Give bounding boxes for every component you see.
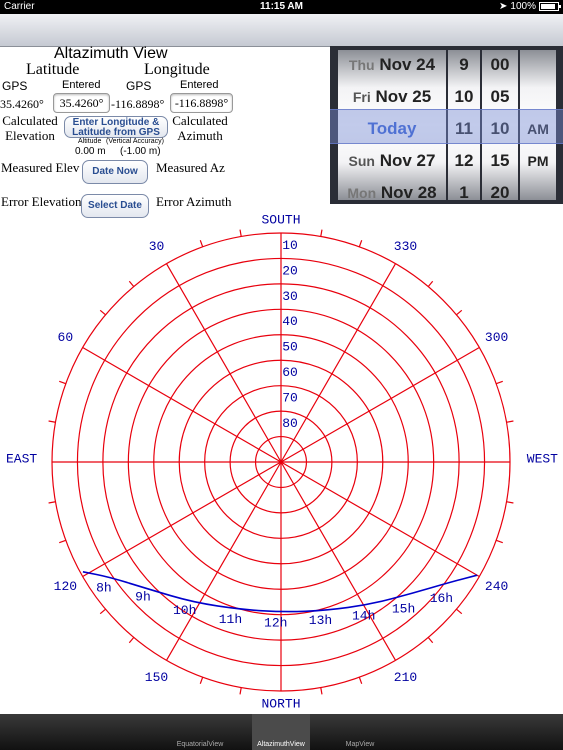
status-bar: Carrier 11:15 AM ➤ 100% bbox=[0, 0, 563, 14]
longitude-heading: Longitude bbox=[144, 61, 210, 78]
hour-label-14h: 14h bbox=[352, 609, 375, 624]
direction-label-west: WEST bbox=[527, 451, 558, 466]
hour-label-11h: 11h bbox=[219, 612, 242, 627]
azimuth-tick bbox=[506, 420, 514, 423]
battery-icon bbox=[539, 2, 561, 11]
longitude-gps-value: -116.8898° bbox=[111, 97, 165, 111]
calculated-elevation-label: Calculated Elevation bbox=[2, 113, 58, 143]
hour-label-15h: 15h bbox=[392, 602, 415, 617]
elevation-label-70: 70 bbox=[282, 391, 298, 406]
azimuth-tick bbox=[59, 539, 67, 544]
longitude-gps-label: GPS bbox=[126, 79, 152, 93]
vertical-accuracy-value: (-1.00 m) bbox=[120, 146, 161, 157]
azimuth-label-210: 210 bbox=[394, 670, 417, 685]
measured-azimuth-label: Measured Az bbox=[156, 160, 225, 175]
elevation-label-20: 20 bbox=[282, 263, 298, 278]
altazimuth-polar-chart: SOUTH NORTH EAST WEST 30 60 120 150 210 240 300 330… bbox=[6, 212, 558, 711]
latitude-entered-field[interactable]: 35.4260° bbox=[53, 93, 110, 113]
azimuth-label-330: 330 bbox=[394, 239, 417, 254]
location-icon: ➤ bbox=[499, 1, 508, 12]
altitude-value: 0.00 m bbox=[75, 146, 106, 157]
azimuth-label-300: 300 bbox=[485, 330, 508, 345]
picker-minute-row[interactable]: 20 bbox=[482, 177, 518, 200]
picker-day-row[interactable]: Thu Nov 24 bbox=[338, 50, 446, 81]
hour-label-12h: 12h bbox=[264, 615, 287, 630]
tab-equatorial-view[interactable]: EquatorialView bbox=[165, 714, 235, 750]
direction-label-south: SOUTH bbox=[261, 212, 300, 227]
latitude-entered-label: Entered bbox=[62, 79, 101, 91]
azimuth-tick bbox=[456, 309, 463, 316]
hour-label-16h: 16h bbox=[430, 591, 453, 606]
azimuth-tick bbox=[427, 280, 434, 287]
battery-status: ➤ 100% bbox=[499, 1, 561, 12]
tab-altazimuth-view[interactable]: AltazimuthView bbox=[252, 714, 310, 750]
navigation-bar bbox=[0, 14, 563, 47]
azimuth-tick bbox=[495, 539, 503, 544]
azimuth-tick bbox=[48, 501, 56, 504]
azimuth-tick bbox=[128, 637, 135, 644]
elevation-label-30: 30 bbox=[282, 289, 298, 304]
picker-hour-row[interactable]: 9 bbox=[448, 50, 480, 81]
measured-elevation-label: Measured Elev bbox=[1, 160, 80, 175]
clock: 11:15 AM bbox=[260, 1, 303, 12]
latitude-gps-label: GPS bbox=[2, 79, 28, 93]
elevation-label-50: 50 bbox=[282, 340, 298, 355]
picker-minute-row[interactable]: 15 bbox=[482, 145, 518, 177]
azimuth-tick bbox=[320, 687, 323, 695]
elevation-label-40: 40 bbox=[282, 314, 298, 329]
azimuth-label-240: 240 bbox=[485, 579, 508, 594]
calculated-azimuth-label: Calculated Azimuth bbox=[172, 113, 228, 143]
azimuth-tick bbox=[48, 420, 56, 423]
azimuth-tick bbox=[239, 687, 242, 695]
picker-selection-bar bbox=[330, 109, 563, 144]
picker-hour-row[interactable]: 12 bbox=[448, 145, 480, 177]
azimuth-tick bbox=[358, 676, 363, 684]
azimuth-tick bbox=[99, 309, 106, 316]
azimuth-tick bbox=[239, 229, 242, 237]
azimuth-tick bbox=[358, 240, 363, 248]
latitude-gps-value: 35.4260° bbox=[0, 97, 44, 111]
latitude-heading: Latitude bbox=[26, 61, 80, 78]
azimuth-tick bbox=[199, 240, 204, 248]
direction-label-north: NORTH bbox=[261, 696, 300, 711]
picker-day-row[interactable]: Mon Nov 28 bbox=[338, 177, 446, 200]
azimuth-tick bbox=[320, 229, 323, 237]
battery-percent: 100% bbox=[510, 1, 536, 12]
longitude-entered-field[interactable]: -116.8898° bbox=[170, 93, 233, 113]
picker-pm[interactable]: PM bbox=[520, 145, 556, 177]
gps-entry-button[interactable]: Enter Longitude & Latitude from GPS bbox=[64, 116, 168, 138]
tab-map-view[interactable]: MapView bbox=[330, 714, 390, 750]
picker-minute-row[interactable]: 00 bbox=[482, 50, 518, 81]
azimuth-tick bbox=[506, 501, 514, 504]
azimuth-label-30: 30 bbox=[149, 239, 165, 254]
azimuth-label-120: 120 bbox=[54, 579, 77, 594]
azimuth-tick bbox=[427, 637, 434, 644]
azimuth-tick bbox=[99, 608, 106, 615]
picker-hour-row[interactable]: 1 bbox=[448, 177, 480, 200]
date-time-picker[interactable]: Thu Nov 24 Fri Nov 25 Today Sun Nov 27 M… bbox=[330, 46, 563, 204]
azimuth-tick bbox=[456, 608, 463, 615]
tab-bar: EquatorialView AltazimuthView MapView bbox=[0, 714, 563, 750]
altitude-label: Altitude bbox=[78, 138, 102, 145]
azimuth-label-150: 150 bbox=[145, 670, 168, 685]
azimuth-label-60: 60 bbox=[58, 330, 74, 345]
azimuth-tick bbox=[128, 280, 135, 287]
elevation-label-10: 10 bbox=[282, 238, 298, 253]
hour-label-9h: 9h bbox=[135, 590, 151, 605]
hour-label-8h: 8h bbox=[96, 580, 112, 595]
hour-label-10h: 10h bbox=[173, 603, 196, 618]
azimuth-tick bbox=[59, 380, 67, 385]
elevation-label-60: 60 bbox=[282, 365, 298, 380]
longitude-entered-label: Entered bbox=[180, 79, 219, 91]
battery-fill bbox=[541, 4, 555, 9]
picker-day-row[interactable]: Sun Nov 27 bbox=[338, 145, 446, 177]
azimuth-tick bbox=[199, 676, 204, 684]
direction-label-east: EAST bbox=[6, 451, 37, 466]
hour-label-13h: 13h bbox=[309, 613, 332, 628]
azimuth-tick bbox=[495, 380, 503, 385]
date-now-button[interactable]: Date Now bbox=[82, 160, 148, 184]
elevation-label-80: 80 bbox=[282, 416, 298, 431]
vertical-accuracy-label: (Vertical Accuracy) bbox=[106, 138, 164, 145]
